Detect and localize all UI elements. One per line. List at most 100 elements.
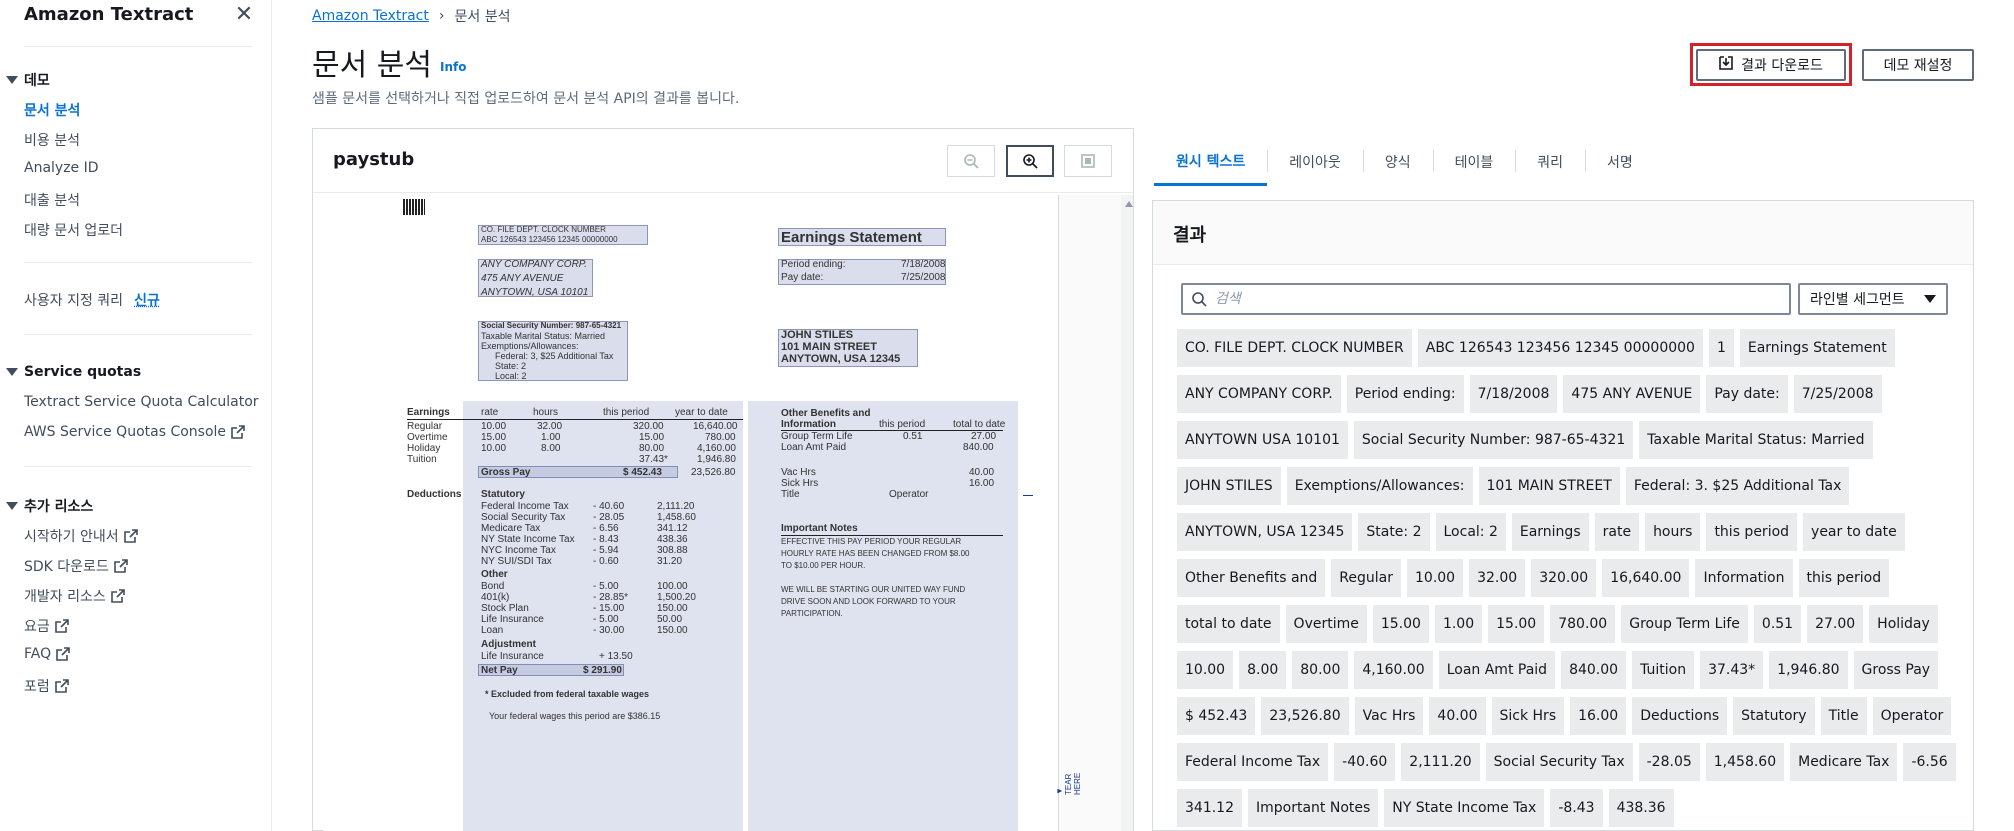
text-chip[interactable]: 0.51 xyxy=(1753,605,1802,643)
text-chip[interactable]: total to date xyxy=(1177,605,1280,643)
text-chip[interactable]: 7/25/2008 xyxy=(1793,375,1882,413)
text-chip[interactable]: Loan Amt Paid xyxy=(1438,651,1556,689)
text-chip[interactable]: hours xyxy=(1645,513,1701,551)
sidebar-item-sdk-download[interactable]: SDK 다운로드 xyxy=(24,556,128,576)
text-chip[interactable]: NY State Income Tax xyxy=(1384,789,1545,827)
text-chip[interactable]: Important Notes xyxy=(1248,789,1379,827)
tab-signatures[interactable]: 서명 xyxy=(1584,138,1655,186)
text-chip[interactable]: 4,160.00 xyxy=(1354,651,1433,689)
text-chip[interactable]: 15.00 xyxy=(1488,605,1545,643)
breadcrumb-link-textract[interactable]: Amazon Textract xyxy=(312,8,429,24)
download-results-button[interactable]: 결과 다운로드 xyxy=(1696,49,1846,81)
text-chip[interactable]: Medicare Tax xyxy=(1790,743,1898,781)
sidebar-item-expense-analysis[interactable]: 비용 분석 xyxy=(24,130,80,150)
text-chip[interactable]: ANY COMPANY CORP. xyxy=(1177,375,1341,413)
text-chip[interactable]: 438.36 xyxy=(1608,789,1674,827)
section-demo[interactable]: 데모 xyxy=(6,70,50,90)
text-chip[interactable]: 1.00 xyxy=(1434,605,1483,643)
zoom-out-button[interactable] xyxy=(947,145,995,177)
search-box[interactable] xyxy=(1181,283,1791,315)
text-chip[interactable]: 27.00 xyxy=(1807,605,1864,643)
section-additional-resources[interactable]: 추가 리소스 xyxy=(6,496,93,516)
text-chip[interactable]: 7/18/2008 xyxy=(1469,375,1558,413)
text-chip[interactable]: 16,640.00 xyxy=(1602,559,1690,597)
sidebar-item-custom-query[interactable]: 사용자 지정 쿼리 신규 xyxy=(24,290,160,310)
text-chip[interactable]: Earnings Statement xyxy=(1739,329,1895,367)
sidebar-item-getting-started[interactable]: 시작하기 안내서 xyxy=(24,526,138,546)
text-chip[interactable]: CO. FILE DEPT. CLOCK NUMBER xyxy=(1177,329,1412,367)
tab-forms[interactable]: 양식 xyxy=(1362,138,1433,186)
text-chip[interactable]: JOHN STILES xyxy=(1177,467,1281,505)
text-chip[interactable]: 40.00 xyxy=(1429,697,1486,735)
sidebar-title[interactable]: Amazon Textract xyxy=(24,4,193,25)
text-chip[interactable]: 10.00 xyxy=(1177,651,1234,689)
text-chip[interactable]: Period ending: xyxy=(1346,375,1464,413)
document-viewer[interactable]: CO. FILE DEPT. CLOCK NUMBER ABC 126543 1… xyxy=(323,195,1123,831)
text-chip[interactable]: Social Security Tax xyxy=(1485,743,1633,781)
text-chip[interactable]: rate xyxy=(1594,513,1640,551)
text-chip[interactable]: year to date xyxy=(1803,513,1905,551)
text-chip[interactable]: Pay date: xyxy=(1706,375,1788,413)
text-chip[interactable]: ANYTOWN, USA 12345 xyxy=(1177,513,1353,551)
text-chip[interactable]: 10.00 xyxy=(1407,559,1464,597)
sidebar-item-analyze-id[interactable]: Analyze ID xyxy=(24,160,99,176)
text-chip[interactable]: Vac Hrs xyxy=(1354,697,1424,735)
text-chip[interactable]: Sick Hrs xyxy=(1491,697,1565,735)
text-chip[interactable]: 80.00 xyxy=(1292,651,1349,689)
text-chip[interactable]: Earnings xyxy=(1511,513,1589,551)
text-chip[interactable]: 341.12 xyxy=(1177,789,1242,827)
text-chip[interactable]: Tuition xyxy=(1632,651,1695,689)
reset-demo-button[interactable]: 데모 재설정 xyxy=(1862,49,1974,81)
sidebar-item-faq[interactable]: FAQ xyxy=(24,646,70,662)
segment-select[interactable]: 라인별 세그먼트 xyxy=(1798,283,1948,315)
text-chip[interactable]: 8.00 xyxy=(1239,651,1287,689)
text-chip[interactable]: Gross Pay xyxy=(1853,651,1939,689)
text-chip[interactable]: -8.43 xyxy=(1550,789,1603,827)
text-chip[interactable]: ABC 126543 123456 12345 00000000 xyxy=(1417,329,1703,367)
text-chip[interactable]: 1,458.60 xyxy=(1705,743,1785,781)
tab-tables[interactable]: 테이블 xyxy=(1432,138,1516,186)
text-chip[interactable]: State: 2 xyxy=(1358,513,1430,551)
sidebar-item-lending-analysis[interactable]: 대출 분석 xyxy=(24,190,80,210)
document-scrollbar[interactable] xyxy=(1121,195,1133,831)
text-chip[interactable]: 475 ANY AVENUE xyxy=(1563,375,1701,413)
text-chip[interactable]: Holiday xyxy=(1869,605,1938,643)
section-service-quotas[interactable]: Service quotas xyxy=(6,364,141,380)
text-chip[interactable]: 1 xyxy=(1708,329,1734,367)
text-chip[interactable]: Title xyxy=(1820,697,1867,735)
text-chip[interactable]: Regular xyxy=(1331,559,1401,597)
text-chip[interactable]: this period xyxy=(1706,513,1798,551)
text-chip[interactable]: Federal: 3. $25 Additional Tax xyxy=(1625,467,1850,505)
text-chip[interactable]: 1,946.80 xyxy=(1769,651,1848,689)
text-chip[interactable]: Deductions xyxy=(1632,697,1728,735)
text-chip[interactable]: Operator xyxy=(1872,697,1952,735)
text-chip[interactable]: this period xyxy=(1798,559,1890,597)
text-chip[interactable]: 37.43* xyxy=(1700,651,1764,689)
text-chip[interactable]: Statutory xyxy=(1733,697,1815,735)
tab-raw-text[interactable]: 원시 텍스트 xyxy=(1154,138,1268,186)
text-chip[interactable]: 15.00 xyxy=(1372,605,1429,643)
text-chip[interactable]: -40.60 xyxy=(1334,743,1396,781)
info-link[interactable]: Info xyxy=(440,60,466,74)
text-chip[interactable]: 840.00 xyxy=(1561,651,1627,689)
sidebar-item-quota-calculator[interactable]: Textract Service Quota Calculator xyxy=(24,394,259,410)
text-chip[interactable]: Local: 2 xyxy=(1435,513,1506,551)
text-chip[interactable]: ANYTOWN USA 10101 xyxy=(1177,421,1348,459)
sidebar-item-pricing[interactable]: 요금 xyxy=(24,616,69,636)
text-chip[interactable]: -28.05 xyxy=(1638,743,1700,781)
text-chip[interactable]: Information xyxy=(1695,559,1793,597)
text-chip[interactable]: 32.00 xyxy=(1469,559,1526,597)
text-chip[interactable]: -6.56 xyxy=(1903,743,1956,781)
text-chip[interactable]: 2,111.20 xyxy=(1401,743,1480,781)
sidebar-item-forum[interactable]: 포럼 xyxy=(24,676,69,696)
text-chip[interactable]: $ 452.43 xyxy=(1177,697,1256,735)
text-chip[interactable]: Federal Income Tax xyxy=(1177,743,1329,781)
sidebar-item-developer-resources[interactable]: 개발자 리소스 xyxy=(24,586,125,606)
close-icon[interactable]: ✕ xyxy=(232,2,256,27)
zoom-in-button[interactable] xyxy=(1006,145,1054,177)
tab-layout[interactable]: 레이아웃 xyxy=(1267,138,1363,186)
text-chip[interactable]: Group Term Life xyxy=(1621,605,1748,643)
text-chip[interactable]: 780.00 xyxy=(1550,605,1616,643)
search-input[interactable] xyxy=(1215,291,1755,307)
text-chip[interactable]: Taxable Marital Status: Married xyxy=(1639,421,1873,459)
